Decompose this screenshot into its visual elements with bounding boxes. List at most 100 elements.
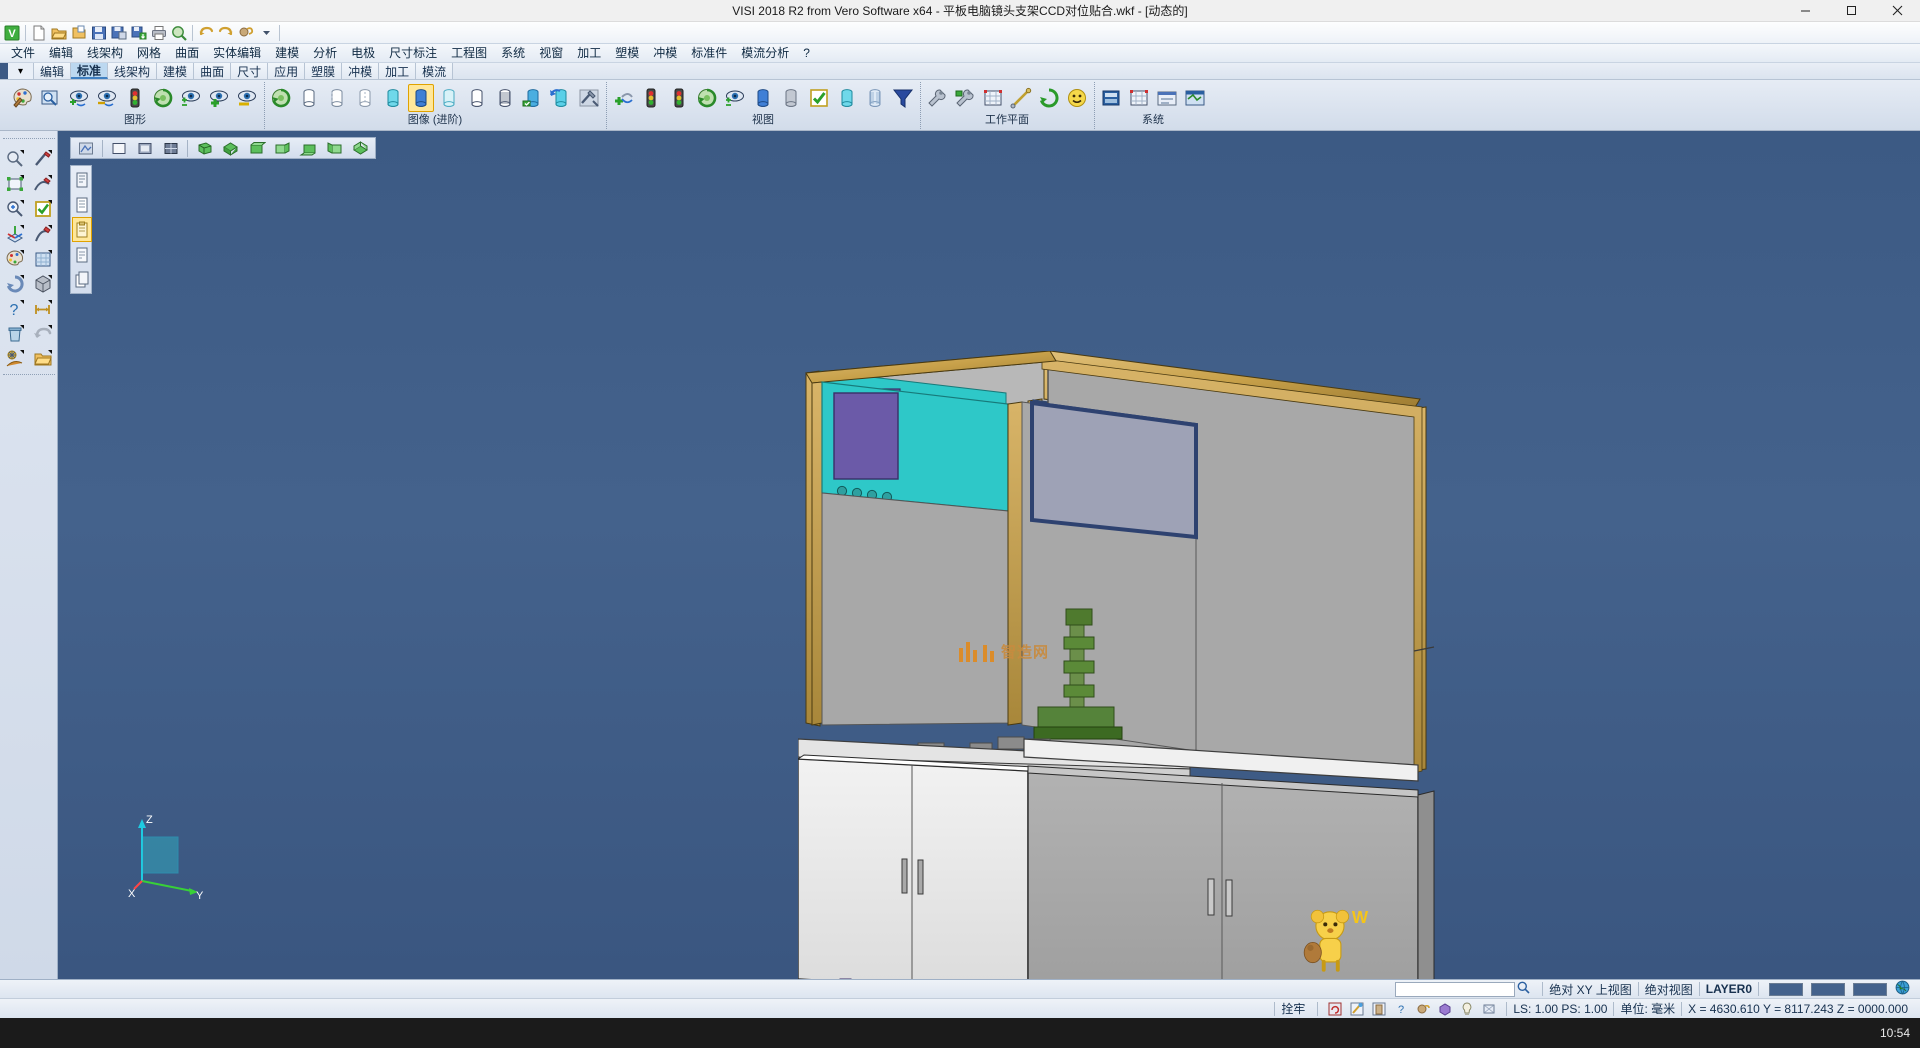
view-toggle-icon[interactable]	[722, 84, 748, 112]
view-rotate-icon[interactable]	[694, 84, 720, 112]
transparent-icon[interactable]	[436, 84, 462, 112]
zoom-window-icon[interactable]	[1, 146, 29, 171]
color-palette-icon[interactable]	[10, 84, 36, 112]
snap-refresh-icon[interactable]	[1325, 1000, 1345, 1018]
qat-chevron-down-icon[interactable]	[256, 23, 276, 43]
maximize-button[interactable]	[1828, 0, 1874, 22]
undo-icon[interactable]	[196, 23, 216, 43]
palette-icon[interactable]	[1, 246, 29, 271]
tools-icon[interactable]	[576, 84, 602, 112]
tab-application[interactable]: 应用	[268, 63, 305, 79]
menu-modeling[interactable]: 建模	[268, 44, 306, 63]
search-icon[interactable]	[1517, 981, 1530, 997]
menu-dimension[interactable]: 尺寸标注	[382, 44, 444, 63]
hidden-dashed-icon[interactable]	[352, 84, 378, 112]
workplane-smiley-icon[interactable]	[1064, 84, 1090, 112]
snap-measure-icon[interactable]	[1369, 1000, 1389, 1018]
shaded-edges-icon[interactable]	[159, 139, 183, 158]
refresh-graphics-icon[interactable]	[150, 84, 176, 112]
menu-mould-flow[interactable]: 模流分析	[734, 44, 796, 63]
print-preview-icon[interactable]	[169, 23, 189, 43]
shaded-blue-icon[interactable]	[408, 84, 434, 112]
tab-wireframe[interactable]: 线架构	[108, 63, 157, 79]
workplane-grid-icon[interactable]	[980, 84, 1006, 112]
traffic-light-icon[interactable]	[122, 84, 148, 112]
view-grey-icon[interactable]	[778, 84, 804, 112]
outline-icon[interactable]	[464, 84, 490, 112]
system-window-icon[interactable]	[1182, 84, 1208, 112]
tab-dropdown-button[interactable]: ▾	[8, 63, 34, 79]
new-file-icon[interactable]	[29, 23, 49, 43]
menu-press-die[interactable]: 冲模	[646, 44, 684, 63]
system-grid-icon[interactable]	[1126, 84, 1152, 112]
left-view-icon[interactable]	[322, 139, 346, 158]
menu-machining[interactable]: 加工	[570, 44, 608, 63]
view-check-icon[interactable]	[806, 84, 832, 112]
shade-refresh-icon[interactable]	[520, 84, 546, 112]
delete-bin-icon[interactable]	[1, 321, 29, 346]
workplane-axis-icon[interactable]	[1008, 84, 1034, 112]
taskbar-clock[interactable]: 10:54	[1880, 1027, 1910, 1040]
show-entities-icon[interactable]	[66, 84, 92, 112]
tab-modeling[interactable]: 建模	[157, 63, 194, 79]
curve-pen-icon[interactable]	[29, 171, 57, 196]
menu-wireframe[interactable]: 线架构	[80, 44, 130, 63]
workplane-set-icon[interactable]	[952, 84, 978, 112]
render-scene-icon[interactable]	[1, 346, 29, 371]
minimize-button[interactable]	[1782, 0, 1828, 22]
dynamic-view-icon[interactable]	[74, 139, 98, 158]
menu-edit[interactable]: 编辑	[42, 44, 80, 63]
menu-standard-parts[interactable]: 标准件	[684, 44, 734, 63]
save-as-icon[interactable]	[109, 23, 129, 43]
layer-label[interactable]: LAYER0	[1706, 982, 1752, 996]
tab-press-die[interactable]: 冲模	[342, 63, 379, 79]
menu-mould[interactable]: 塑模	[608, 44, 646, 63]
menu-window[interactable]: 视窗	[532, 44, 570, 63]
menu-system[interactable]: 系统	[494, 44, 532, 63]
workplane-reset-icon[interactable]	[1036, 84, 1062, 112]
view-add-icon[interactable]	[610, 84, 636, 112]
solid-cube-icon[interactable]	[29, 271, 57, 296]
wireframe-pen-icon[interactable]	[29, 146, 57, 171]
refresh-view-icon[interactable]	[1, 271, 29, 296]
check-box-icon[interactable]	[29, 196, 57, 221]
menu-drawing[interactable]: 工程图	[444, 44, 494, 63]
menu-electrode[interactable]: 电极	[344, 44, 382, 63]
view-funnel-icon[interactable]	[890, 84, 916, 112]
list-panel-icon[interactable]	[72, 192, 92, 217]
color-swatch-2[interactable]	[1811, 983, 1845, 996]
snap-magic-icon[interactable]	[1347, 1000, 1367, 1018]
tab-standard[interactable]: 标准	[71, 63, 108, 79]
front-view-icon[interactable]	[244, 139, 268, 158]
close-button[interactable]	[1874, 0, 1920, 22]
view-traffic-icon[interactable]	[666, 84, 692, 112]
help-query-icon[interactable]: ?	[1, 296, 29, 321]
view-lights-icon[interactable]	[638, 84, 664, 112]
blueprint-icon[interactable]	[29, 246, 57, 271]
menu-surface[interactable]: 曲面	[168, 44, 206, 63]
color-swatch-3[interactable]	[1853, 983, 1887, 996]
right-view-icon[interactable]	[270, 139, 294, 158]
app-logo-icon[interactable]: V	[2, 23, 22, 43]
back-view-icon[interactable]	[296, 139, 320, 158]
wireframe-mode-icon[interactable]	[296, 84, 322, 112]
menu-analysis[interactable]: 分析	[306, 44, 344, 63]
copy-panel-icon[interactable]	[72, 267, 92, 292]
system-layer-icon[interactable]	[1098, 84, 1124, 112]
tab-plastic-mould[interactable]: 塑膜	[305, 63, 342, 79]
remove-visible-icon[interactable]	[234, 84, 260, 112]
render-view-icon[interactable]	[38, 84, 64, 112]
snap-light-icon[interactable]	[1457, 1000, 1477, 1018]
tab-machining[interactable]: 加工	[379, 63, 416, 79]
add-visible-icon[interactable]	[206, 84, 232, 112]
top-view-icon[interactable]	[218, 139, 242, 158]
tab-mould-flow[interactable]: 模流	[416, 63, 453, 79]
macro-icon[interactable]	[236, 23, 256, 43]
hide-entities-icon[interactable]	[94, 84, 120, 112]
section-icon[interactable]	[492, 84, 518, 112]
shaded-cyan-icon[interactable]	[380, 84, 406, 112]
iso-view-icon[interactable]	[192, 139, 216, 158]
measure-icon[interactable]	[29, 296, 57, 321]
toggle-visibility-icon[interactable]	[178, 84, 204, 112]
menu-file[interactable]: 文件	[4, 44, 42, 63]
